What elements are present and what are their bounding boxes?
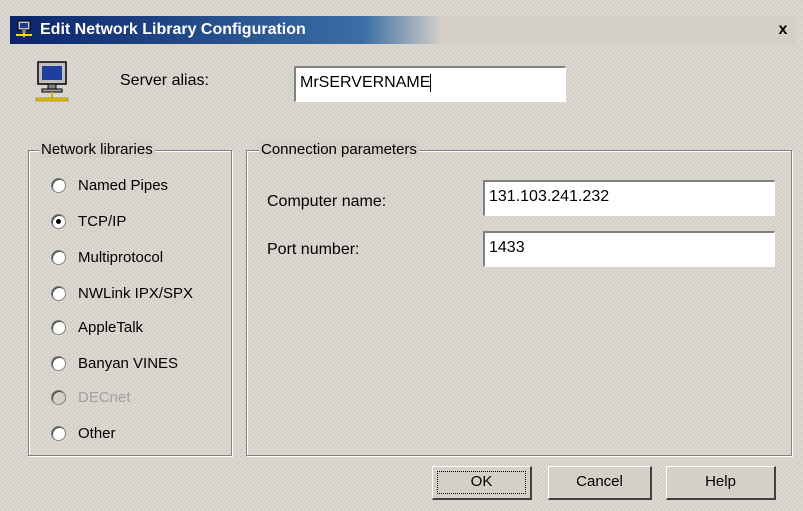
computer-name-input[interactable]: 131.103.241.232 [483,180,775,216]
port-number-input[interactable]: 1433 [483,231,775,267]
radio-label: AppleTalk [78,318,144,336]
radio-button-icon [51,355,66,371]
radio-button-selected-icon [51,213,66,229]
network-libraries-group: Network libraries Named Pipes TCP/IP Mul… [28,141,232,456]
edit-network-library-dialog: Edit Network Library Configuration x Ser… [0,0,803,511]
computer-name-label: Computer name: [267,193,387,210]
text-caret [430,73,432,92]
cancel-button[interactable]: Cancel [548,466,652,500]
port-number-value: 1433 [489,239,525,256]
radio-button-icon [51,177,66,193]
radio-button-disabled-icon [51,389,66,405]
radio-nwlink-ipx-spx[interactable]: NWLink IPX/SPX [51,281,193,305]
radio-other[interactable]: Other [51,421,116,445]
radio-label: Banyan VINES [78,354,179,372]
radio-multiprotocol[interactable]: Multiprotocol [51,245,163,269]
radio-button-icon [51,249,66,265]
radio-button-icon [51,425,66,441]
radio-tcp-ip[interactable]: TCP/IP [51,209,126,233]
radio-button-icon [51,319,66,335]
radio-label: Named Pipes [78,176,169,194]
radio-label: NWLink IPX/SPX [78,284,194,302]
title-bar[interactable]: Edit Network Library Configuration x [10,16,795,44]
ok-button[interactable]: OK [432,466,532,500]
dialog-title: Edit Network Library Configuration [40,21,306,38]
server-alias-label: Server alias: [120,72,209,89]
server-alias-input[interactable]: MrSERVERNAME [294,66,566,102]
network-libraries-title: Network libraries [39,141,155,158]
close-button[interactable]: x [773,20,793,40]
radio-label: Other [78,424,116,442]
radio-named-pipes[interactable]: Named Pipes [51,173,168,197]
radio-label: Multiprotocol [78,248,164,266]
computer-name-value: 131.103.241.232 [489,188,610,205]
computer-network-icon [35,61,69,102]
radio-button-icon [51,285,66,301]
radio-label: DECnet [78,388,131,406]
connection-parameters-group: Connection parameters Computer name: 131… [246,141,792,456]
radio-decnet: DECnet [51,385,131,409]
radio-label: TCP/IP [78,212,127,230]
network-config-icon [16,20,32,37]
radio-appletalk[interactable]: AppleTalk [51,315,143,339]
radio-banyan-vines[interactable]: Banyan VINES [51,351,178,375]
server-alias-value: MrSERVERNAME [300,74,431,91]
connection-parameters-title: Connection parameters [259,141,419,158]
port-number-label: Port number: [267,241,360,258]
help-button[interactable]: Help [666,466,776,500]
